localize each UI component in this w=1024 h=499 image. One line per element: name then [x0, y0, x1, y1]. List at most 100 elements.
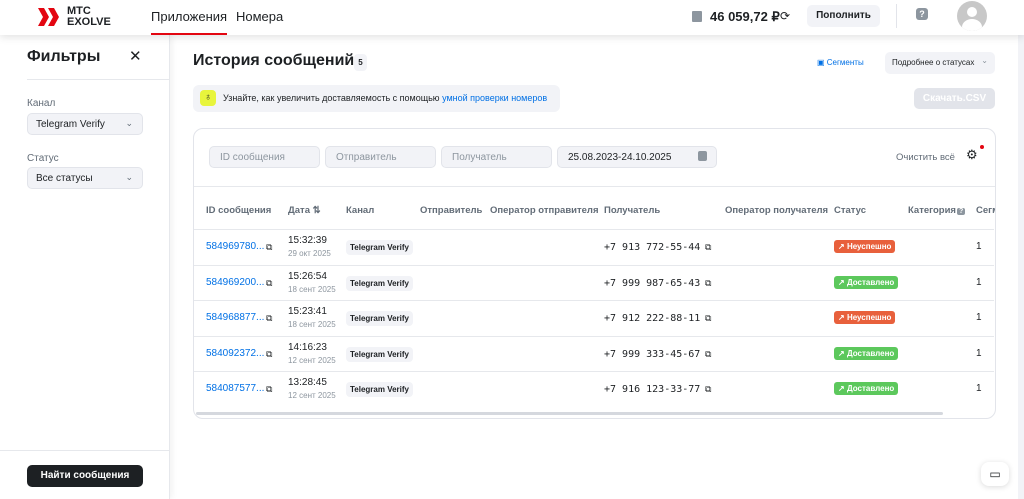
tip-link[interactable]: умной проверки номеров	[442, 93, 547, 103]
date-range-value: 25.08.2023-24.10.2025	[568, 152, 672, 163]
chevron-down-icon: ⌄	[981, 56, 988, 65]
vertical-scrollbar[interactable]	[1018, 35, 1024, 499]
date: 12 сент 2025	[288, 355, 336, 365]
copy-icon[interactable]: ⧉	[266, 349, 272, 360]
divider	[0, 450, 170, 451]
page-title: История сообщений	[193, 52, 355, 69]
recipient-input[interactable]: Получатель	[441, 146, 552, 168]
status-label: Статус	[27, 153, 59, 164]
segments-link[interactable]: ▣ Сегменты	[817, 58, 864, 67]
channel-value: Telegram Verify	[36, 119, 105, 130]
refresh-icon[interactable]: ⟳	[780, 9, 790, 23]
status-badge: ↗ Неуспешно	[834, 240, 896, 253]
recipient-phone: +7 999 333-45-67	[604, 348, 701, 360]
status-select[interactable]: Все статусы ⌄	[27, 167, 143, 189]
copy-icon[interactable]: ⧉	[705, 313, 711, 324]
col-recipient: Получатель	[604, 205, 661, 216]
filter-settings-icon[interactable]: ⚙	[966, 147, 978, 163]
divider	[194, 186, 995, 187]
segments-count: 1	[976, 241, 982, 252]
status-details-dropdown[interactable]: Подробнее о статусах ⌄	[885, 52, 995, 74]
horizontal-scrollbar[interactable]	[196, 412, 943, 415]
clear-all-button[interactable]: Очистить всё	[896, 152, 955, 163]
col-status: Статус	[834, 205, 867, 216]
table-row[interactable]: 584969200... ⧉ 15:26:54 18 сент 2025 Tel…	[194, 264, 994, 301]
table-row[interactable]: 584092372... ⧉ 14:16:23 12 сент 2025 Tel…	[194, 335, 994, 372]
filters-sidebar: Фильтры ✕ Канал Telegram Verify ⌄ Статус …	[0, 35, 170, 499]
col-date-label: Дата	[288, 205, 310, 216]
copy-icon[interactable]: ⧉	[266, 384, 272, 395]
find-messages-button[interactable]: Найти сообщения	[27, 465, 143, 487]
status-text: Доставлено	[846, 277, 895, 287]
message-id-link[interactable]: 584969780...	[206, 241, 264, 252]
message-id-link[interactable]: 584969200...	[206, 277, 264, 288]
id-input[interactable]: ID сообщения	[209, 146, 320, 168]
copy-icon[interactable]: ⧉	[705, 384, 711, 395]
time: 13:28:45	[288, 377, 327, 388]
download-csv-button[interactable]: Скачать.CSV	[914, 88, 995, 109]
chat-icon[interactable]: ▭	[981, 462, 1009, 486]
channel-tag: Telegram Verify	[346, 275, 413, 291]
sender-input[interactable]: Отправитель	[325, 146, 436, 168]
status-badge: ↗ Доставлено	[834, 382, 899, 395]
document-icon: ▣	[817, 58, 827, 67]
help-icon[interactable]: ?	[916, 8, 928, 20]
channel-label: Канал	[27, 98, 56, 109]
col-date[interactable]: Дата ⇅	[288, 205, 321, 216]
table-row[interactable]: 584969780... ⧉ 15:32:39 29 окт 2025 Tele…	[194, 229, 994, 265]
status-text: Доставлено	[846, 384, 895, 393]
nav-numbers[interactable]: Номера	[236, 9, 283, 24]
time: 15:23:41	[288, 306, 327, 317]
table-row[interactable]: 584087577... ⧉ 13:28:45 12 сент 2025 Tel…	[194, 371, 994, 407]
status-value: Все статусы	[36, 173, 93, 184]
copy-icon[interactable]: ⧉	[705, 242, 711, 253]
copy-icon[interactable]: ⧉	[705, 278, 711, 289]
topup-button[interactable]: Пополнить	[807, 5, 880, 27]
copy-icon[interactable]: ⧉	[266, 278, 272, 289]
date-range-input[interactable]: 25.08.2023-24.10.2025	[557, 146, 717, 168]
help-icon[interactable]: ?	[956, 208, 966, 215]
col-category-label: Категория	[908, 205, 956, 216]
copy-icon[interactable]: ⧉	[266, 313, 272, 324]
date: 18 сент 2025	[288, 320, 336, 329]
divider	[896, 4, 897, 28]
col-sender: Отправитель	[420, 205, 483, 216]
message-id-link[interactable]: 584968877...	[206, 312, 264, 323]
table-row[interactable]: 584968877... ⧉ 15:23:41 18 сент 2025 Tel…	[194, 300, 994, 336]
channel-select[interactable]: Telegram Verify ⌄	[27, 113, 143, 135]
sort-icon: ⇅	[312, 205, 321, 216]
recipient-phone: +7 913 772-55-44	[604, 242, 701, 253]
col-sender-operator: Оператор отправителя	[490, 205, 599, 216]
chevron-down-icon: ⌄	[125, 118, 133, 128]
message-id-link[interactable]: 584087577...	[206, 383, 264, 394]
chevron-down-icon: ⌄	[125, 172, 133, 182]
time: 15:26:54	[288, 270, 327, 282]
date: 29 окт 2025	[288, 249, 331, 258]
channel-tag: Telegram Verify	[346, 382, 413, 397]
copy-icon[interactable]: ⧉	[266, 242, 272, 253]
lightbulb-icon: ♁	[200, 90, 216, 106]
status-badge: ↗ Неуспешно	[834, 311, 896, 324]
segments-count: 1	[976, 276, 982, 288]
calendar-icon	[698, 151, 707, 161]
avatar[interactable]	[957, 1, 987, 31]
time: 15:32:39	[288, 235, 327, 246]
wallet-icon	[692, 11, 702, 22]
status-text: Неуспешно	[846, 313, 892, 322]
balance: 46 059,72 ₽	[710, 9, 780, 24]
logo-text: МТС EXOLVE	[67, 5, 111, 28]
close-icon[interactable]: ✕	[129, 47, 142, 65]
mts-logo-icon	[38, 8, 59, 26]
nav-apps[interactable]: Приложения	[151, 9, 228, 35]
count-badge: 5	[354, 54, 367, 71]
col-recipient-operator: Оператор получателя	[725, 205, 829, 216]
recipient-phone: +7 912 222-88-11	[604, 313, 701, 324]
copy-icon[interactable]: ⧉	[705, 349, 711, 360]
recipient-phone: +7 999 987-65-43	[604, 277, 701, 289]
segments-count: 1	[976, 347, 982, 359]
message-id-link[interactable]: 584092372...	[206, 348, 264, 359]
top-header: МТС EXOLVE Приложения Номера 46 059,72 ₽ …	[0, 0, 1024, 35]
col-category: Категория?	[908, 205, 966, 216]
status-badge: ↗ Доставлено	[834, 346, 899, 360]
channel-tag: Telegram Verify	[346, 311, 413, 326]
